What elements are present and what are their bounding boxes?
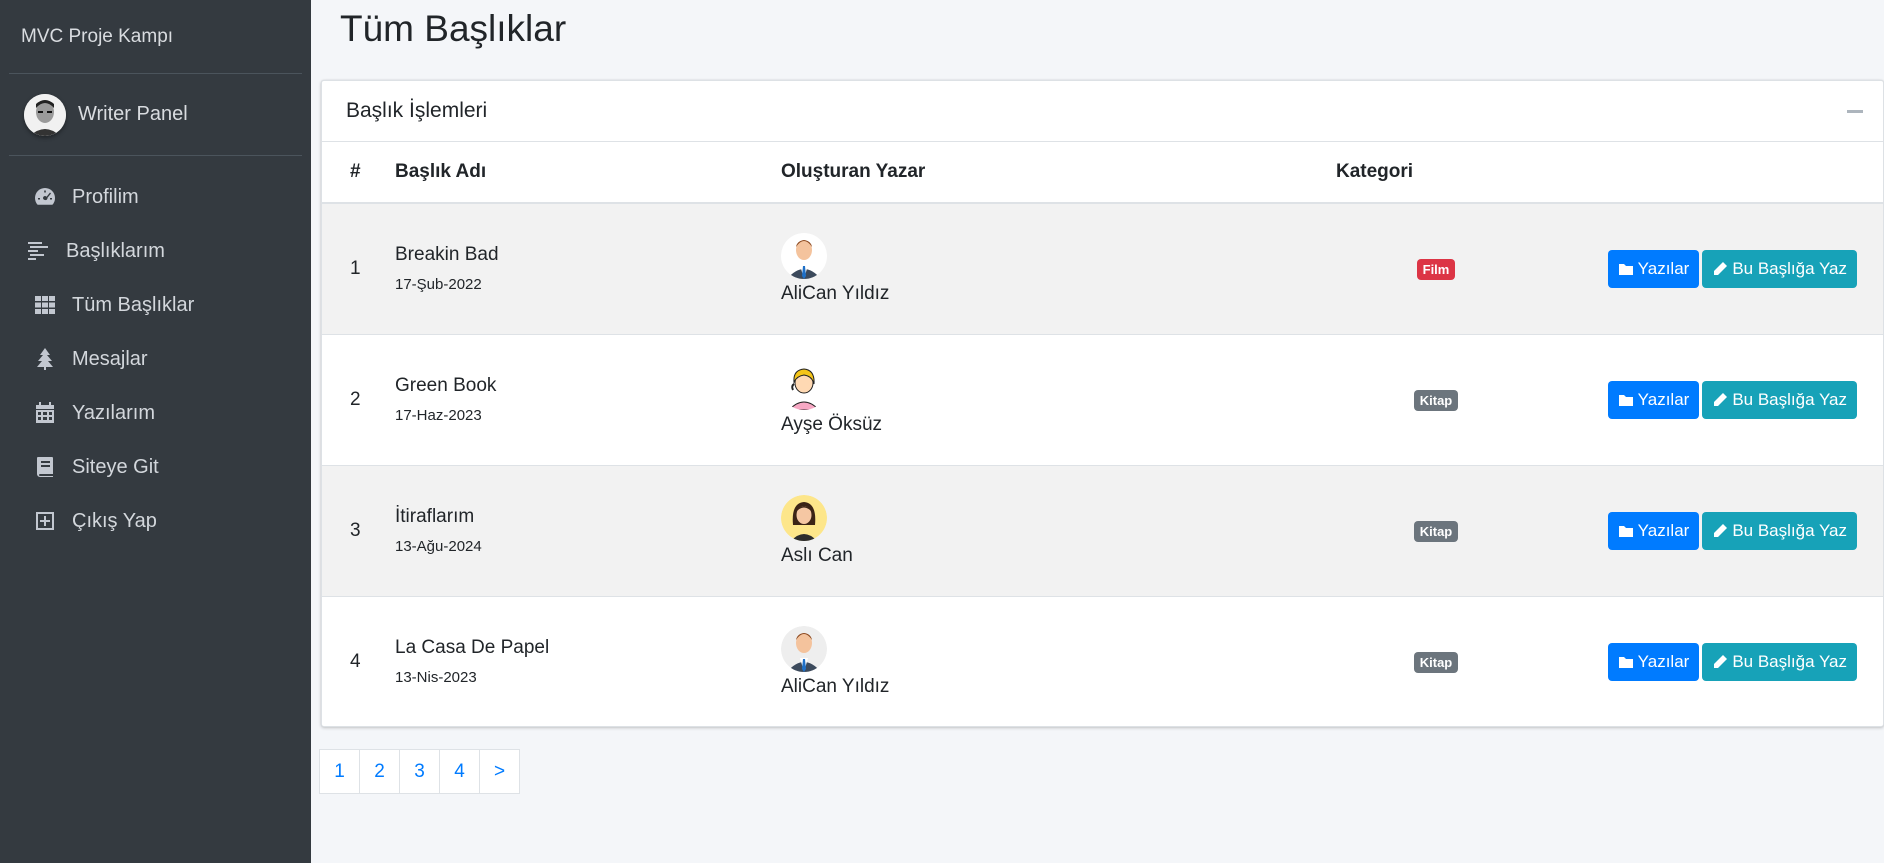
pencil-icon: [1714, 261, 1728, 275]
heading-name: Breakin Bad: [395, 244, 499, 266]
heading-name: Green Book: [395, 375, 497, 396]
posts-button-label: Yazılar: [1637, 389, 1690, 409]
row-num: 3: [350, 519, 361, 541]
sidebar-item-label: Başlıklarım: [66, 239, 165, 262]
folder-icon: [1618, 656, 1633, 668]
sidebar-item-label: Mesajlar: [72, 347, 148, 370]
posts-button-label: Yazılar: [1637, 651, 1690, 671]
author-name: Aslı Can: [781, 544, 853, 566]
table-row: 2 Green Book 17-Haz-2023 Ayşe Öksüz Kita…: [322, 334, 1883, 465]
table-row: 3 İtiraflarım 13-Ağu-2024 Aslı Can Kitap…: [322, 465, 1883, 596]
grid-icon: [32, 292, 58, 318]
posts-button-label: Yazılar: [1637, 520, 1690, 540]
write-button-label: Bu Başlığa Yaz: [1732, 520, 1847, 540]
author-name: AliCan Yıldız: [781, 282, 890, 304]
page-link-2[interactable]: 2: [359, 749, 400, 794]
table-header-row: # Başlık Adı Oluşturan Yazar Kategori: [322, 142, 1883, 204]
folder-icon: [1618, 525, 1633, 537]
main-content: Tüm Başlıklar Başlık İşlemleri # Başlık …: [311, 0, 1884, 863]
sidebar: MVC Proje Kampı Writer Panel Profilim Ba…: [0, 0, 311, 863]
page-link-4[interactable]: 4: [439, 749, 480, 794]
sidebar-item-basliklarim[interactable]: Başlıklarım: [0, 224, 311, 278]
sidebar-item-tum-basliklar[interactable]: Tüm Başlıklar: [0, 278, 311, 332]
card-header: Başlık İşlemleri: [322, 81, 1883, 142]
posts-button[interactable]: Yazılar: [1607, 642, 1700, 681]
page-link-1[interactable]: 1: [319, 749, 360, 794]
author-avatar: [781, 232, 827, 279]
sidebar-item-label: Profilim: [72, 185, 139, 208]
folder-icon: [1618, 263, 1633, 275]
minus-icon[interactable]: [1847, 110, 1863, 113]
headings-table: # Başlık Adı Oluşturan Yazar Kategori 1 …: [322, 142, 1883, 726]
user-avatar: [24, 93, 66, 136]
write-to-heading-button[interactable]: Bu Başlığa Yaz: [1702, 642, 1857, 681]
sidebar-item-mesajlar[interactable]: Mesajlar: [0, 332, 311, 386]
write-to-heading-button[interactable]: Bu Başlığa Yaz: [1702, 380, 1857, 419]
table-row: 1 Breakin Bad 17-Şub-2022 AliCan Yıldız …: [322, 203, 1883, 334]
folder-icon: [1618, 394, 1633, 406]
posts-button[interactable]: Yazılar: [1607, 380, 1700, 419]
sidebar-item-label: Yazılarım: [72, 401, 155, 424]
heading-date: 17-Haz-2023: [395, 407, 482, 424]
heading-name: İtiraflarım: [395, 506, 475, 527]
category-badge: Kitap: [1413, 389, 1459, 411]
category-badge: Kitap: [1413, 651, 1459, 673]
write-to-heading-button[interactable]: Bu Başlığa Yaz: [1702, 511, 1857, 550]
user-panel-label: Writer Panel: [78, 103, 188, 125]
book-icon: [32, 454, 58, 480]
headings-card: Başlık İşlemleri # Başlık Adı Oluşturan …: [321, 80, 1884, 727]
brand-link[interactable]: MVC Proje Kampı: [9, 0, 302, 74]
tree-icon: [32, 346, 58, 372]
card-title: Başlık İşlemleri: [346, 99, 488, 122]
write-button-label: Bu Başlığa Yaz: [1732, 258, 1847, 278]
sidebar-item-profilim[interactable]: Profilim: [0, 170, 311, 224]
row-num: 1: [350, 257, 361, 279]
pencil-icon: [1714, 392, 1728, 406]
write-button-label: Bu Başlığa Yaz: [1732, 651, 1847, 671]
user-panel[interactable]: Writer Panel: [9, 74, 302, 156]
category-badge: Kitap: [1413, 520, 1459, 542]
pencil-icon: [1714, 523, 1728, 537]
table-row: 4 La Casa De Papel 13-Nis-2023 AliCan Yı…: [322, 596, 1883, 726]
plus-square-icon: [32, 508, 58, 534]
heading-date: 13-Nis-2023: [395, 669, 477, 687]
pencil-icon: [1714, 654, 1728, 668]
sidebar-item-label: Çıkış Yap: [72, 509, 157, 532]
heading-date: 13-Ağu-2024: [395, 538, 482, 555]
header-actions: [1536, 142, 1883, 204]
author-name: AliCan Yıldız: [781, 675, 890, 697]
header-category: Kategori: [1336, 142, 1536, 204]
author-avatar: [781, 494, 827, 541]
header-num: #: [322, 142, 395, 204]
page-link-3[interactable]: 3: [399, 749, 440, 794]
category-badge: Film: [1416, 258, 1456, 280]
stream-lines-icon: [26, 238, 52, 264]
posts-button-label: Yazılar: [1637, 258, 1690, 278]
write-button-label: Bu Başlığa Yaz: [1732, 389, 1847, 409]
posts-button[interactable]: Yazılar: [1607, 511, 1700, 550]
row-num: 4: [350, 650, 361, 672]
heading-name: La Casa De Papel: [395, 637, 550, 659]
sidebar-item-siteye-git[interactable]: Siteye Git: [0, 440, 311, 494]
pagination: 1 2 3 4 >: [319, 749, 520, 794]
page-title: Tüm Başlıklar: [340, 8, 567, 49]
calendar-icon: [32, 400, 58, 426]
sidebar-nav: Profilim Başlıklarım Tüm Başlıklar Mesaj…: [0, 170, 311, 548]
page-link-next[interactable]: >: [479, 749, 520, 794]
header-author: Oluşturan Yazar: [781, 142, 1336, 204]
row-num: 2: [350, 388, 361, 410]
sidebar-item-label: Siteye Git: [72, 455, 159, 478]
heading-date: 17-Şub-2022: [395, 276, 482, 294]
sidebar-item-cikis-yap[interactable]: Çıkış Yap: [0, 494, 311, 548]
sidebar-item-yazilarim[interactable]: Yazılarım: [0, 386, 311, 440]
dashboard-gauge-icon: [32, 184, 58, 210]
header-title: Başlık Adı: [395, 142, 781, 204]
write-to-heading-button[interactable]: Bu Başlığa Yaz: [1702, 249, 1857, 288]
author-avatar: [781, 625, 827, 672]
posts-button[interactable]: Yazılar: [1607, 249, 1700, 288]
author-avatar: [781, 363, 827, 410]
sidebar-item-label: Tüm Başlıklar: [72, 293, 195, 316]
author-name: Ayşe Öksüz: [781, 413, 883, 435]
